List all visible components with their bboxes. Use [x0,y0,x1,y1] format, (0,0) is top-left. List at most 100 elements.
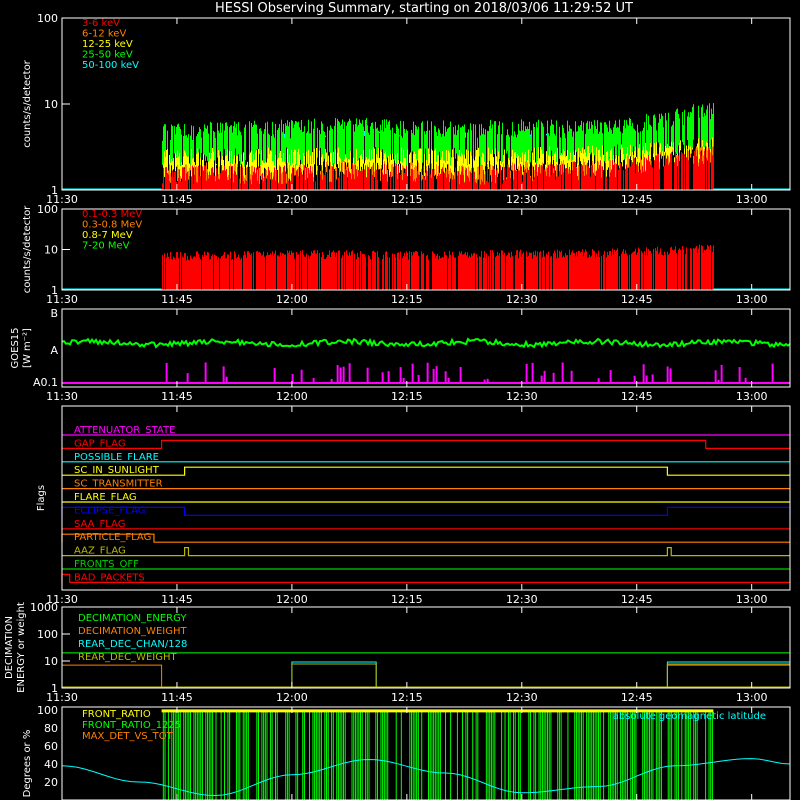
lightcurve_low-bar-segment [435,126,436,149]
lightcurve_low-bar-segment [351,168,352,180]
lightcurve_low-bar-segment [699,117,700,155]
lightcurve_low-bar-segment [193,158,194,168]
lightcurve_low-bar-segment [270,179,271,190]
lightcurve_high-bar-segment [643,248,644,290]
lightcurve_low-bar-segment [335,118,336,150]
lightcurve_low-bar-segment [612,133,613,161]
lightcurve_low-bar-segment [593,153,594,173]
lightcurve_low-bar-segment [610,150,611,161]
lightcurve_low-bar-segment [517,168,518,190]
lightcurve_low-bar-segment [377,179,378,190]
lightcurve_low-bar-segment [700,112,701,139]
lightcurve_low-bar-segment [355,163,356,165]
lightcurve_low-bar-segment [497,168,498,178]
lightcurve_low-bar-segment [573,151,574,162]
lightcurve_high-bar-segment [304,256,305,290]
lightcurve_low-bar-segment [492,169,493,190]
lightcurve_high-bar-segment [253,252,254,290]
lightcurve_low-bar-segment [242,161,243,166]
lightcurve_high-bar-segment [169,259,170,290]
lightcurve_low-bar-segment [457,175,458,190]
lightcurve_low-bar-segment [252,165,253,176]
lightcurve_low-bar-segment [423,128,424,166]
lightcurve_high-bar-segment [385,252,386,290]
lightcurve_low-bar-segment [507,164,508,190]
lightcurve_high-legend-entry: 7-20 MeV [82,241,130,252]
flag-label-sc_in_sunlight: SC_IN_SUNLIGHT [74,465,160,476]
lightcurve_low-bar-segment [185,135,186,153]
lightcurve_low-bar-segment [572,170,573,190]
lightcurve_low-bar-segment [168,170,169,175]
lightcurve_low-bar-segment [681,109,682,153]
lightcurve_low-bar-segment [683,154,684,190]
lightcurve_low-bar-segment [198,132,199,153]
lightcurve_low-bar-segment [640,169,641,190]
lightcurve_low-bar-segment [636,156,637,165]
lightcurve_low-bar-segment [288,162,289,179]
lightcurve_high-bar-segment [203,256,204,290]
lightcurve_low-bar-segment [343,161,344,174]
lightcurve_low-bar-segment [188,171,189,180]
lightcurve_low-bar-segment [280,150,281,167]
lightcurve_low-bar-segment [556,164,557,177]
lightcurve_low-bar-segment [455,158,456,168]
lightcurve_low-bar-segment [418,126,419,150]
lightcurve_low-bar-segment [569,167,570,190]
lightcurve_low-bar-segment [649,151,650,161]
lightcurve_low-bar-segment [337,118,338,153]
lightcurve_low-bar-segment [317,127,318,158]
lightcurve_low-bar-segment [220,151,221,169]
lightcurve_high-bar-segment [621,253,622,290]
lightcurve_low-bar-segment [545,168,546,172]
lightcurve_low-bar-segment [490,119,491,154]
lightcurve_high-bar-segment [415,251,416,290]
lightcurve_low-bar-segment [557,147,558,166]
lightcurve_low-bar-segment [352,162,353,190]
lightcurve_low-bar-segment [664,125,665,152]
lightcurve_low-bar-segment [519,163,520,171]
lightcurve_high-bar-segment [422,254,423,290]
lightcurve_low-bar-segment [402,137,403,163]
lightcurve_low-bar-segment [210,174,211,190]
lightcurve_low-bar-segment [704,147,705,150]
lightcurve_low-bar-segment [202,139,203,160]
lightcurve_low-bar-segment [237,167,238,190]
lightcurve_low-bar-segment [184,124,185,151]
lightcurve_low-bar-segment [675,152,676,190]
lightcurve_low-bar-segment [539,164,540,190]
lightcurve_high-bar-segment [535,250,536,290]
lightcurve_low-bar-segment [505,124,506,152]
lightcurve_low-bar-segment [256,167,257,190]
lightcurve_low-bar-segment [273,160,274,173]
lightcurve_low-bar-segment [499,158,500,168]
lightcurve_high-y-tick-label: 10 [44,244,58,257]
lightcurve_low-bar-segment [684,109,685,149]
lightcurve_low-bar-segment [329,130,330,153]
lightcurve_low-bar-segment [497,177,498,190]
lightcurve_low-bar-segment [505,151,506,181]
lightcurve_low-bar-segment [412,151,413,163]
lightcurve_low-bar-segment [427,175,428,190]
lightcurve_low-bar-segment [272,178,273,180]
lightcurve_low-bar-segment [190,170,191,190]
lightcurve_high-bar-segment [617,248,618,290]
lightcurve_low-bar-segment [320,147,321,171]
lightcurve_low-bar-segment [244,166,245,178]
lightcurve_low-bar-segment [367,159,368,165]
lightcurve_low-bar-segment [316,124,317,148]
lightcurve_low-bar-segment [504,167,505,190]
lightcurve_low-bar-segment [555,135,556,152]
lightcurve_low-bar-segment [668,164,669,190]
lightcurve_high-bar-segment [668,254,669,290]
lightcurve_low-bar-segment [222,123,223,156]
lightcurve_low-bar-segment [305,180,306,190]
lightcurve_low-bar-segment [389,120,390,163]
lightcurve_low-bar-segment [342,172,343,190]
lightcurve_low-bar-segment [481,156,482,165]
lightcurve_low-bar-segment [380,168,381,181]
lightcurve_high-bar-segment [709,249,710,290]
lightcurve_low-bar-segment [548,133,549,155]
lightcurve_low-bar-segment [648,115,649,155]
lightcurve_low-bar-segment [207,160,208,170]
lightcurve_low-bar-segment [565,138,566,157]
